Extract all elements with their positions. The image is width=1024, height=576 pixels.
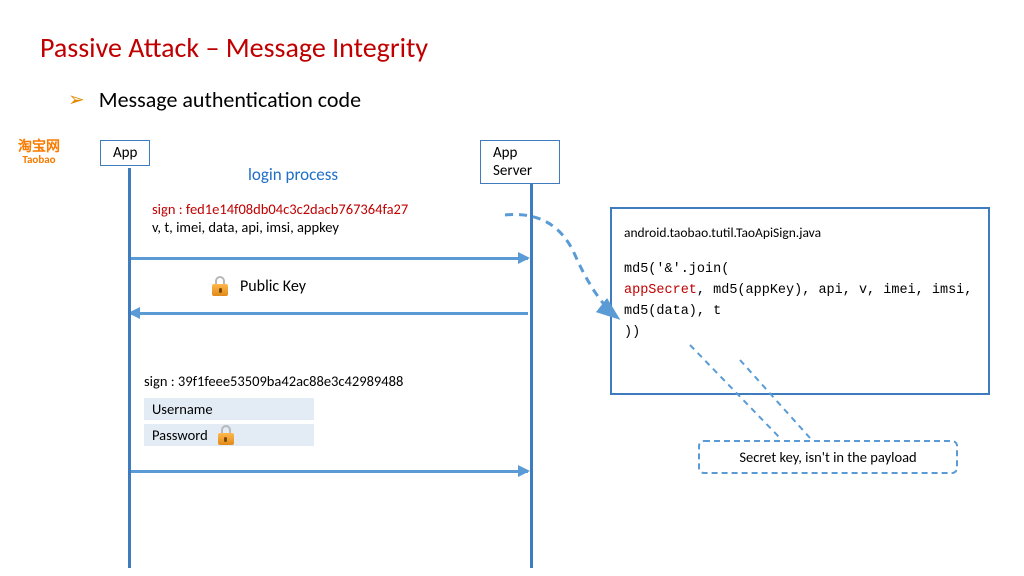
lock-icon [216, 425, 236, 445]
secret-key-callout: Secret key, isn't in the payload [698, 440, 958, 474]
message-1-text: sign : fed1e14f08db04c3c2dacb767364fa27 … [152, 200, 408, 236]
taobao-zh: 淘宝网 [18, 140, 60, 154]
sequence-diagram: App App Server login process sign : fed1… [100, 140, 560, 560]
bullet-text: Message authentication code [99, 86, 361, 113]
arrow-1 [130, 257, 528, 260]
bullet-row: ➢ Message authentication code [68, 86, 361, 113]
arrow-3 [130, 470, 528, 473]
actor-app-box: App [100, 140, 150, 166]
sign1-value: sign : fed1e14f08db04c3c2dacb767364fa27 [152, 200, 408, 218]
java-file-name: android.taobao.tutil.TaoApiSign.java [624, 223, 976, 244]
lock-icon [210, 276, 230, 296]
sign1-params: v, t, imei, data, api, imsi, appkey [152, 218, 408, 236]
login-process-label: login process [248, 164, 338, 185]
lifeline-app [128, 168, 131, 568]
public-key-label: Public Key [240, 277, 306, 296]
code-box: android.taobao.tutil.TaoApiSign.java md5… [610, 207, 990, 395]
password-box: Password [144, 424, 314, 446]
code-line-2: appSecret, md5(appKey), api, v, imei, im… [624, 281, 976, 323]
arrow-2 [130, 312, 528, 315]
taobao-logo: 淘宝网 Taobao [18, 140, 60, 165]
code-line-1: md5('&'.join( [624, 260, 976, 281]
slide-title: Passive Attack – Message Integrity [40, 30, 428, 65]
bullet-triangle-icon: ➢ [68, 87, 85, 112]
username-box: Username [144, 398, 314, 420]
taobao-en: Taobao [18, 154, 60, 165]
password-label: Password [152, 426, 208, 444]
appsecret-token: appSecret [624, 283, 697, 298]
actor-server-box: App Server [480, 140, 560, 184]
public-key-row: Public Key [210, 276, 306, 296]
lifeline-server [530, 168, 533, 568]
code-line-3: )) [624, 323, 976, 344]
sign2-value: sign : 39f1feee53509ba42ac88e3c42989488 [144, 372, 403, 390]
